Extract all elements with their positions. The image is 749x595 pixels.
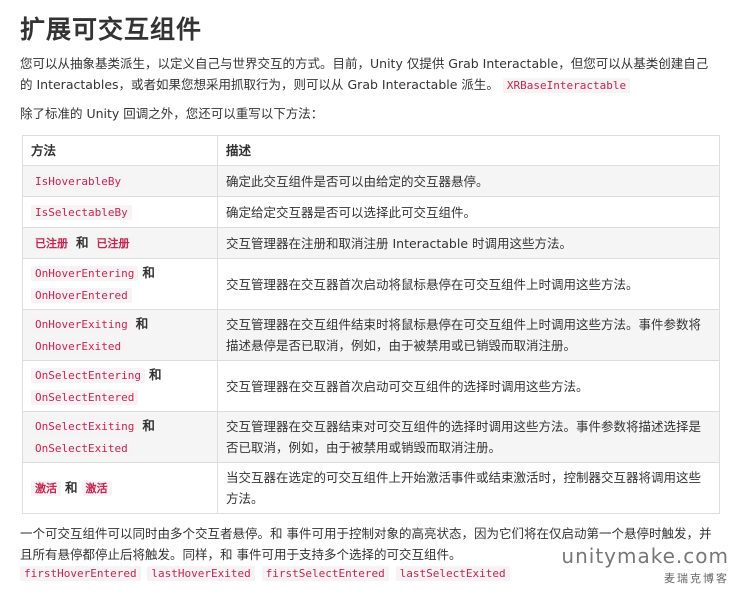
description-cell: 当交互器在选定的可交互组件上开始激活事件或结束激活时，控制器交互器将调用这些方法…: [217, 462, 720, 514]
method-name: OnHoverEntered: [31, 288, 132, 303]
method-cell: OnSelectEntering 和 OnSelectEntered: [22, 360, 218, 412]
page-title: 扩展可交互组件: [20, 15, 203, 44]
table-row: OnHoverEntering 和 OnHoverEntered 交互管理器在交互器首…: [22, 258, 720, 310]
callbacks-paragraph: 除了标准的 Unity 回调之外，您还可以重写以下方法：: [20, 106, 324, 121]
method-name: OnHoverEntering: [31, 266, 139, 281]
document: 扩展可交互组件 您可以从抽象基类派生，以定义自己与世界交互的方式。目前，Unit…: [20, 0, 720, 581]
method-name: IsSelectableBy: [31, 205, 132, 220]
inline-code: XRBaseInteractable: [502, 78, 631, 93]
method-name: IsHoverableBy: [31, 174, 126, 189]
inline-code: lastHoverExited: [147, 566, 255, 581]
header-method: 方法: [22, 135, 218, 166]
header-description: 描述: [217, 135, 720, 166]
intro-paragraph: 您可以从抽象基类派生，以定义自己与世界交互的方式。目前，Unity 仅提供 Gr…: [20, 53, 720, 96]
inline-code: firstHoverEntered: [20, 566, 141, 581]
table-row: IsHoverableBy 确定此交互组件是否可以由给定的交互器悬停。: [22, 165, 720, 197]
method-cell: OnSelectExiting 和 OnSelectExited: [22, 411, 218, 463]
watermark-sub: 麦瑞克博客: [664, 572, 729, 585]
description-cell: 交互管理器在注册和取消注册 Interactable 时调用这些方法。: [217, 227, 720, 259]
table-row: OnSelectEntering 和 OnSelectEntered 交互管理器在交互…: [22, 360, 720, 412]
description-cell: 交互管理器在交互组件结束时将鼠标悬停在可交互组件上时调用这些方法。事件参数将描述…: [217, 309, 720, 361]
and-word: 和: [142, 265, 155, 280]
table-row: 已注册和已注册 交互管理器在注册和取消注册 Interactable 时调用这些方…: [22, 227, 720, 259]
method-cell: OnHoverEntering 和 OnHoverEntered: [22, 258, 218, 310]
method-name: 已注册: [92, 236, 134, 251]
method-name: OnSelectEntered: [31, 390, 139, 405]
description-cell: 交互管理器在交互器首次启动可交互组件的选择时调用这些方法。: [217, 360, 720, 412]
and-word: 和: [142, 418, 155, 433]
table-row: IsSelectableBy 确定给定交互器是否可以选择此可交互组件。: [22, 196, 720, 228]
and-word: 和: [76, 235, 89, 250]
description-cell: 交互管理器在交互器首次启动将鼠标悬停在可交互组件上时调用这些方法。: [217, 258, 720, 310]
and-word: 和: [135, 316, 149, 331]
methods-table: 方法 描述 IsHoverableBy 确定此交互组件是否可以由给定的交互器悬停。…: [22, 135, 720, 514]
inline-code: firstSelectEntered: [261, 566, 389, 581]
inline-code: lastSelectExited: [395, 566, 510, 581]
description-cell: 确定给定交互器是否可以选择此可交互组件。: [217, 196, 720, 228]
table-row: OnSelectExiting 和 OnSelectExited 交互管理器在交互器结…: [22, 411, 720, 463]
method-name: 激活: [81, 481, 112, 496]
method-cell: IsHoverableBy: [22, 165, 218, 197]
method-name: 激活: [31, 481, 61, 496]
method-name: OnHoverExited: [31, 339, 126, 354]
outro-paragraph: 一个可交互组件可以同时由多个交互者悬停。和 事件可用于控制对象的高亮状态，因为它…: [20, 526, 712, 562]
method-name: OnSelectExited: [31, 441, 132, 456]
description-cell: 确定此交互组件是否可以由给定的交互器悬停。: [217, 165, 720, 197]
table-row: OnHoverExiting 和 OnHoverExited 交互管理器在交互组件结束…: [22, 309, 720, 361]
method-name: OnSelectEntering: [31, 368, 145, 383]
event-codes: firstHoverEntered lastHoverExited firstS…: [20, 566, 513, 581]
and-word: 和: [65, 480, 78, 495]
table-header-row: 方法 描述: [22, 135, 720, 166]
method-cell: 已注册和已注册: [22, 227, 218, 259]
method-cell: 激活和激活: [22, 462, 218, 514]
method-cell: OnHoverExiting 和 OnHoverExited: [22, 309, 218, 361]
method-name: OnHoverExiting: [31, 317, 132, 332]
method-name: 已注册: [31, 236, 72, 251]
and-word: 和: [148, 367, 162, 382]
method-cell: IsSelectableBy: [22, 196, 218, 228]
description-cell: 交互管理器在交互器结束对可交互组件的选择时调用这些方法。事件参数将描述选择是否已…: [217, 411, 720, 463]
table-row: 激活和激活 当交互器在选定的可交互组件上开始激活事件或结束激活时，控制器交互器将调…: [22, 462, 720, 514]
method-name: OnSelectExiting: [31, 419, 139, 434]
